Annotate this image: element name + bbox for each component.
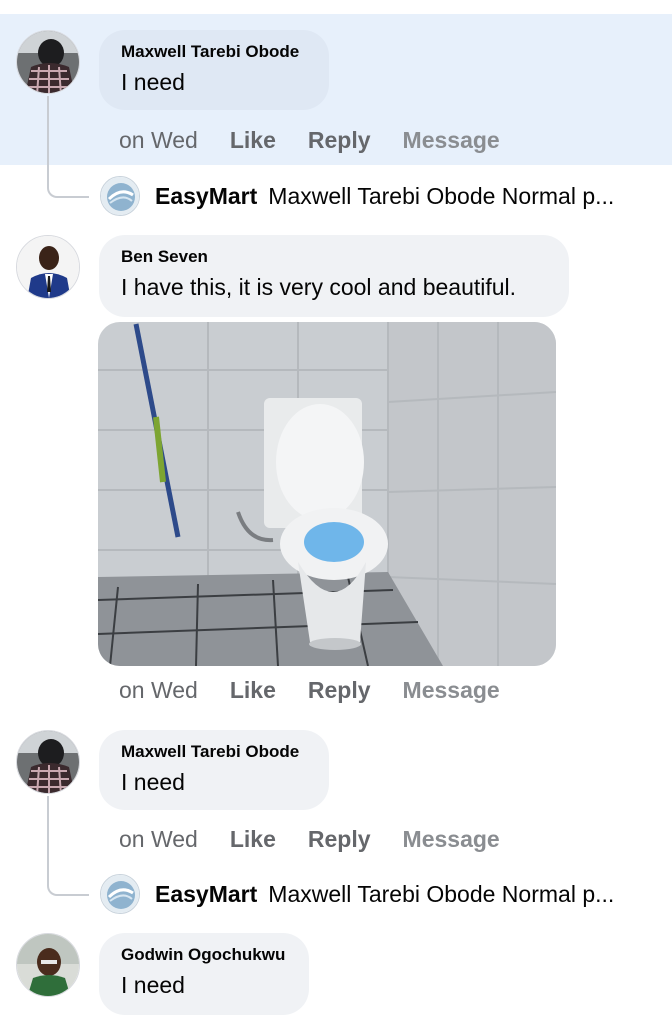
comment-text: I have this, it is very cool and beautif… [121,274,517,300]
comment-text: I need [121,69,185,95]
comment-author[interactable]: Godwin Ogochukwu [121,945,287,965]
comment-actions: on Wed Like Reply Message [119,677,500,704]
easymart-avatar [100,874,140,914]
reply-preview[interactable]: EasyMart Maxwell Tarebi Obode Normal p..… [100,874,614,914]
comment-bubble: Maxwell Tarebi Obode I need [99,730,329,810]
message-button[interactable]: Message [403,826,500,853]
comment-timestamp[interactable]: on Wed [119,826,198,853]
comment-actions: on Wed Like Reply Message [119,127,500,154]
avatar-godwin[interactable] [16,933,80,997]
thread-connector [47,796,89,896]
reply-text: Maxwell Tarebi Obode Normal p... [268,182,615,209]
comment-author[interactable]: Ben Seven [121,247,547,267]
avatar-ben-seven[interactable] [16,235,80,299]
easymart-avatar [100,176,140,216]
message-button[interactable]: Message [403,127,500,154]
reply-button[interactable]: Reply [308,826,371,853]
comment-bubble: Godwin Ogochukwu I need [99,933,309,1015]
like-button[interactable]: Like [230,677,276,704]
reply-author[interactable]: EasyMart [155,881,257,908]
comment-text: I need [121,769,185,795]
avatar-maxwell[interactable] [16,30,80,94]
comment-bubble: Maxwell Tarebi Obode I need [99,30,329,110]
avatar-maxwell[interactable] [16,730,80,794]
like-button[interactable]: Like [230,127,276,154]
comment-attachment-photo[interactable] [98,322,556,666]
message-button[interactable]: Message [403,677,500,704]
reply-button[interactable]: Reply [308,677,371,704]
comment-author[interactable]: Maxwell Tarebi Obode [121,742,307,762]
comment-bubble: Ben Seven I have this, it is very cool a… [99,235,569,317]
comment-timestamp[interactable]: on Wed [119,127,198,154]
comment-text: I need [121,972,185,998]
reply-button[interactable]: Reply [308,127,371,154]
reply-preview[interactable]: EasyMart Maxwell Tarebi Obode Normal p..… [100,176,614,216]
comment-author[interactable]: Maxwell Tarebi Obode [121,42,307,62]
reply-author[interactable]: EasyMart [155,183,257,210]
like-button[interactable]: Like [230,826,276,853]
comment-timestamp[interactable]: on Wed [119,677,198,704]
reply-text: Maxwell Tarebi Obode Normal p... [268,880,615,907]
thread-connector [47,96,89,198]
comment-actions: on Wed Like Reply Message [119,826,500,853]
